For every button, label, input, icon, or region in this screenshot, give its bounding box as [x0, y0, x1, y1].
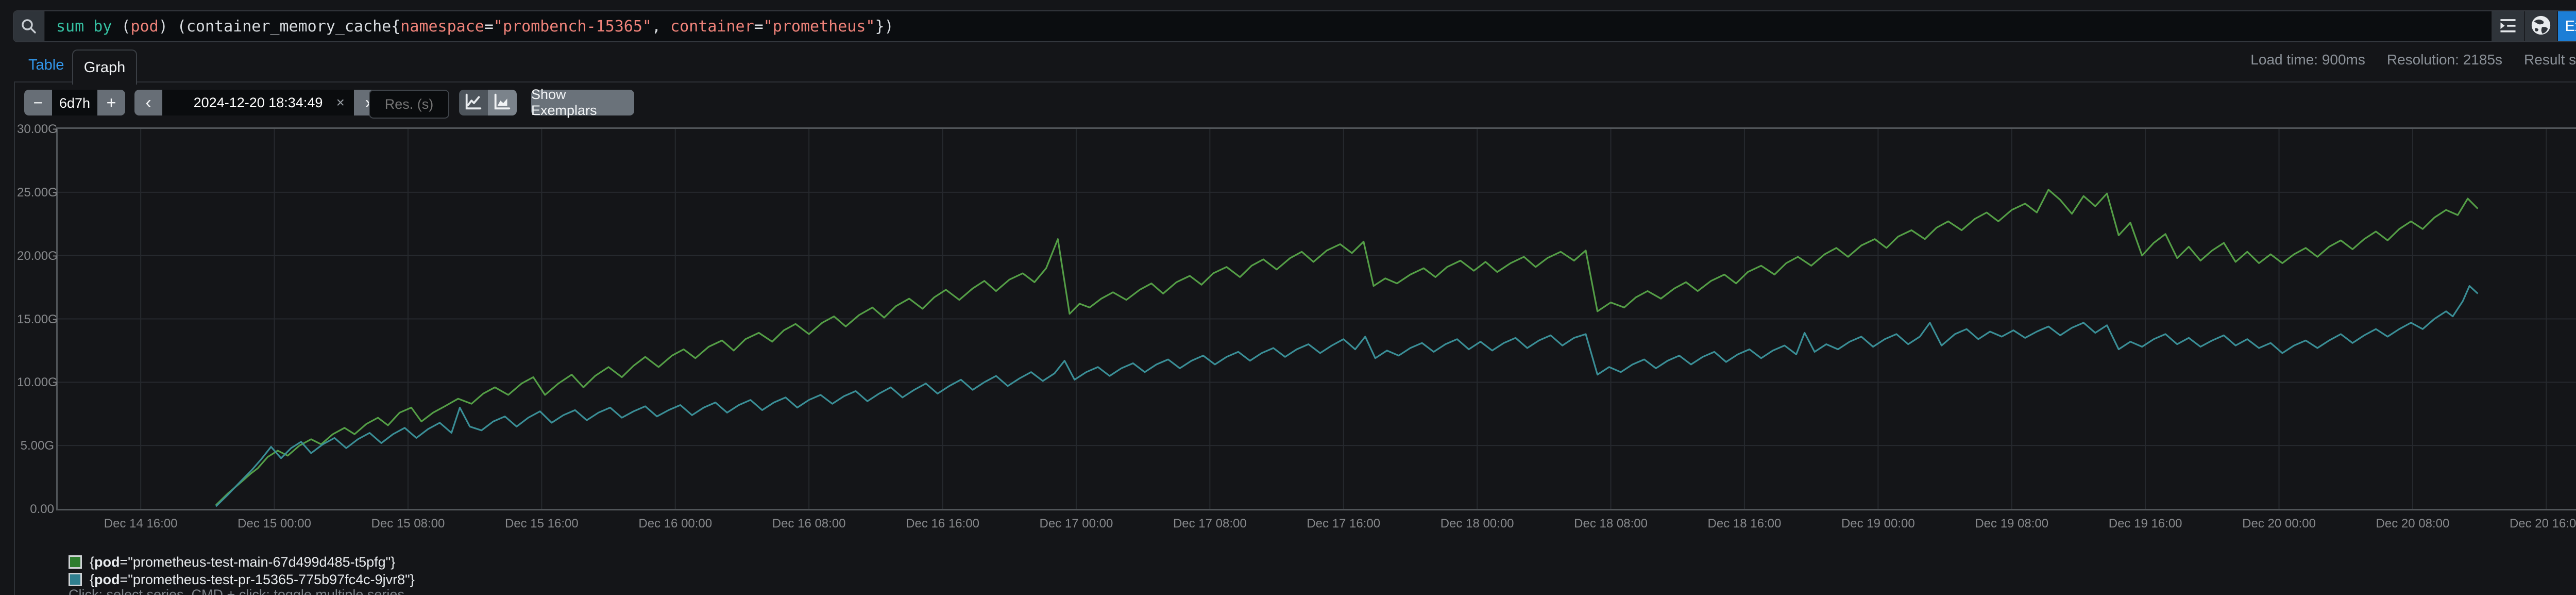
- series-color-swatch[interactable]: [69, 573, 82, 586]
- load-time: Load time: 900ms: [2250, 52, 2365, 68]
- time-control-group: ‹ 2024-12-20 18:34:49 × ›: [134, 90, 382, 115]
- series-color-swatch[interactable]: [69, 555, 82, 569]
- legend-item[interactable]: {pod="prometheus-test-main-67d499d485-t5…: [69, 554, 395, 570]
- range-decrease-button[interactable]: −: [24, 90, 52, 115]
- x-tick-label: Dec 19 08:00: [1971, 517, 2053, 531]
- legend-item[interactable]: {pod="prometheus-test-pr-15365-775b97fc4…: [69, 572, 415, 587]
- y-tick-label: 10.00G: [17, 375, 54, 390]
- globe-icon: [2530, 14, 2552, 39]
- clear-time-icon[interactable]: ×: [336, 94, 345, 111]
- x-tick-label: Dec 16 08:00: [768, 517, 850, 531]
- line-chart-toggle-button[interactable]: [459, 90, 488, 115]
- resolution-stat: Resolution: 2185s: [2387, 52, 2502, 68]
- x-tick-label: Dec 20 16:00: [2505, 517, 2576, 531]
- y-tick-label: 20.00G: [17, 249, 54, 263]
- chart-canvas[interactable]: [58, 129, 2576, 509]
- format-expression-icon: [2498, 15, 2518, 38]
- range-input[interactable]: [52, 90, 97, 115]
- graph-panel: − + ‹ 2024-12-20 18:34:49 × ›: [14, 81, 2576, 595]
- tab-graph[interactable]: Graph: [72, 49, 137, 85]
- time-input[interactable]: 2024-12-20 18:34:49 ×: [162, 90, 354, 115]
- legend-hint-text: Click: select series, CMD + click: toggl…: [69, 587, 404, 595]
- x-tick-label: Dec 18 08:00: [1570, 517, 1652, 531]
- range-control-group: − +: [24, 90, 125, 115]
- query-bar: sum by (pod) (container_memory_cache{nam…: [13, 10, 2576, 42]
- stacked-chart-icon: [493, 92, 512, 114]
- resolution-input[interactable]: [369, 90, 449, 119]
- x-tick-label: Dec 17 16:00: [1302, 517, 1385, 531]
- x-tick-label: Dec 14 16:00: [99, 517, 182, 531]
- y-tick-label: 30.00G: [17, 122, 54, 137]
- metrics-explorer-button[interactable]: [2524, 11, 2557, 41]
- query-stats: Load time: 900ms Resolution: 2185s Resul…: [2250, 52, 2576, 68]
- x-tick-label: Dec 17 08:00: [1168, 517, 1251, 531]
- range-increase-button[interactable]: +: [97, 90, 125, 115]
- y-tick-label: 15.00G: [17, 312, 54, 327]
- x-tick-label: Dec 16 16:00: [902, 517, 984, 531]
- result-series-stat: Result series: 2: [2524, 52, 2576, 68]
- y-tick-label: 25.00G: [17, 186, 54, 200]
- x-tick-label: Dec 15 16:00: [500, 517, 583, 531]
- search-icon: [14, 11, 45, 41]
- stacked-chart-toggle-button[interactable]: [488, 90, 517, 115]
- legend-label-name: pod: [94, 554, 120, 570]
- x-tick-label: Dec 20 08:00: [2371, 517, 2454, 531]
- x-tick-label: Dec 16 00:00: [634, 517, 717, 531]
- legend-label-name: pod: [94, 572, 120, 587]
- y-tick-label: 5.00G: [17, 439, 54, 453]
- line-chart-icon: [464, 92, 483, 114]
- chart-type-toggle: [459, 90, 517, 115]
- promql-expression-input[interactable]: sum by (pod) (container_memory_cache{nam…: [45, 11, 2491, 41]
- series-line: [216, 190, 2478, 505]
- x-tick-label: Dec 18 00:00: [1436, 517, 1518, 531]
- tab-table[interactable]: Table: [28, 57, 64, 74]
- prometheus-expression-browser: sum by (pod) (container_memory_cache{nam…: [0, 0, 2576, 595]
- x-tick-label: Dec 19 00:00: [1837, 517, 1919, 531]
- x-tick-label: Dec 15 08:00: [367, 517, 449, 531]
- format-expression-button[interactable]: [2491, 11, 2524, 41]
- x-tick-label: Dec 20 00:00: [2238, 517, 2320, 531]
- time-prev-button[interactable]: ‹: [134, 90, 162, 115]
- x-tick-label: Dec 19 16:00: [2104, 517, 2187, 531]
- x-tick-label: Dec 15 00:00: [233, 517, 316, 531]
- x-tick-label: Dec 18 16:00: [1703, 517, 1786, 531]
- show-exemplars-button[interactable]: Show Exemplars: [531, 90, 634, 115]
- y-tick-label: 0.00: [17, 502, 54, 517]
- execute-button[interactable]: Execute: [2557, 11, 2576, 41]
- x-tick-label: Dec 17 00:00: [1035, 517, 1117, 531]
- time-value: 2024-12-20 18:34:49: [194, 95, 323, 111]
